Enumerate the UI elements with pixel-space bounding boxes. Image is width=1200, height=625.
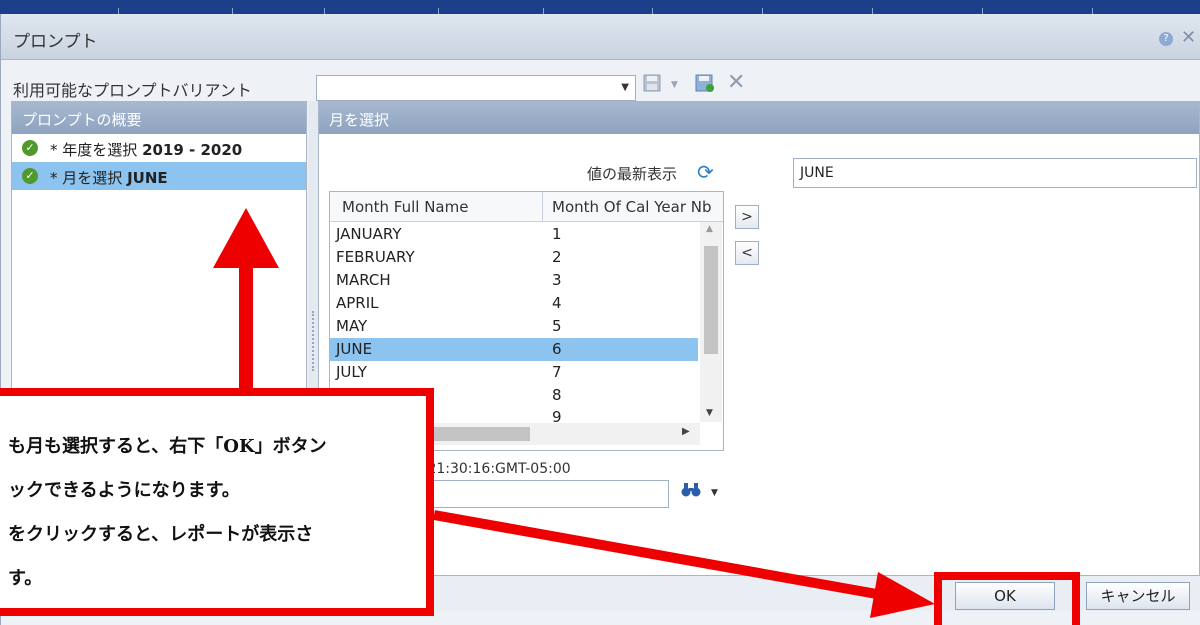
scroll-down-icon[interactable]: ▼ bbox=[706, 408, 713, 418]
add-selection-button[interactable]: > bbox=[735, 205, 759, 229]
month-panel-header: 月を選択 bbox=[319, 102, 1199, 134]
scroll-right-icon[interactable]: ▶ bbox=[682, 426, 690, 437]
summary-item-label: * 年度を選択 bbox=[50, 141, 138, 159]
close-icon[interactable]: ✕ bbox=[1181, 27, 1196, 48]
cell-num: 7 bbox=[552, 363, 562, 381]
save-dropdown-icon[interactable]: ▼ bbox=[671, 80, 678, 90]
refresh-label[interactable]: 値の最新表示 bbox=[587, 163, 677, 184]
table-row-selected[interactable]: JUNE 6 bbox=[330, 338, 698, 361]
search-options-dropdown-icon[interactable]: ▼ bbox=[711, 488, 718, 498]
callout-line: す。 bbox=[8, 568, 43, 589]
cell-name: APRIL bbox=[336, 294, 379, 312]
summary-header: プロンプトの概要 bbox=[12, 102, 306, 134]
callout-line: をクリックすると、レポートが表示さ bbox=[8, 524, 314, 545]
column-header[interactable]: Month Full Name bbox=[342, 198, 468, 216]
vertical-scrollbar[interactable]: ▲ ▼ bbox=[700, 222, 722, 422]
variant-label: 利用可能なプロンプトバリアント bbox=[13, 81, 252, 100]
prompt-summary-pane: プロンプトの概要 ✓ * 年度を選択 2019 - 2020 ✓ * 月を選択 … bbox=[11, 101, 307, 401]
dialog-titlebar: プロンプト ? ✕ bbox=[1, 14, 1200, 60]
column-header[interactable]: Month Of Cal Year Nb bbox=[552, 198, 722, 216]
instruction-callout: も月も選択すると、右下「OK」ボタン ックできるようになります。 をクリックする… bbox=[0, 388, 434, 616]
callout-line: も月も選択すると、右下「OK」ボタン bbox=[8, 436, 327, 457]
cell-num: 5 bbox=[552, 317, 562, 335]
summary-item-month[interactable]: ✓ * 月を選択 JUNE bbox=[12, 162, 306, 190]
selected-value[interactable]: JUNE bbox=[800, 165, 834, 181]
cell-num: 8 bbox=[552, 386, 562, 404]
background-window-strip bbox=[0, 0, 1200, 14]
binoculars-icon[interactable] bbox=[681, 482, 701, 503]
scroll-up-icon[interactable]: ▲ bbox=[706, 224, 713, 234]
cell-name: JULY bbox=[336, 363, 367, 381]
table-row[interactable]: FEBRUARY 2 bbox=[330, 246, 698, 269]
check-icon: ✓ bbox=[22, 168, 38, 184]
splitter-grip[interactable] bbox=[312, 311, 314, 371]
refresh-icon[interactable]: ⟳ bbox=[697, 160, 714, 184]
cell-name: JANUARY bbox=[336, 225, 402, 243]
table-row[interactable]: JANUARY 1 bbox=[330, 223, 698, 246]
cell-name: MARCH bbox=[336, 271, 391, 289]
save-icon[interactable] bbox=[643, 74, 661, 97]
column-divider[interactable] bbox=[542, 192, 543, 222]
cancel-button[interactable]: キャンセル bbox=[1086, 582, 1190, 610]
table-row[interactable]: MAY 5 bbox=[330, 315, 698, 338]
selected-values-list[interactable]: JUNE bbox=[793, 158, 1197, 188]
cell-num: 9 bbox=[552, 408, 562, 422]
grid-header: Month Full Name Month Of Cal Year Nb bbox=[330, 192, 723, 222]
cell-num: 4 bbox=[552, 294, 562, 312]
ok-button-highlight bbox=[934, 572, 1080, 625]
remove-selection-button[interactable]: < bbox=[735, 241, 759, 265]
delete-icon[interactable]: ✕ bbox=[727, 70, 745, 95]
scroll-thumb[interactable] bbox=[704, 246, 718, 354]
cell-name: MAY bbox=[336, 317, 368, 335]
cell-num: 3 bbox=[552, 271, 562, 289]
save-as-icon[interactable] bbox=[695, 74, 715, 97]
table-row[interactable]: MARCH 3 bbox=[330, 269, 698, 292]
month-select-pane: 月を選択 値の最新表示 ⟳ Month Full Name Month Of C… bbox=[318, 101, 1200, 576]
summary-item-label: * 月を選択 bbox=[50, 169, 123, 187]
cell-num: 2 bbox=[552, 248, 562, 266]
dialog-title: プロンプト bbox=[13, 32, 98, 52]
summary-item-value: 2019 - 2020 bbox=[142, 141, 243, 159]
check-icon: ✓ bbox=[22, 140, 38, 156]
cell-name: JUNE bbox=[336, 340, 373, 358]
chevron-down-icon[interactable]: ▼ bbox=[621, 82, 629, 93]
cell-name: FEBRUARY bbox=[336, 248, 415, 266]
table-row[interactable]: APRIL 4 bbox=[330, 292, 698, 315]
cell-num: 1 bbox=[552, 225, 562, 243]
summary-item-value: JUNE bbox=[127, 169, 168, 187]
summary-item-year[interactable]: ✓ * 年度を選択 2019 - 2020 bbox=[12, 134, 306, 162]
cell-num: 6 bbox=[552, 340, 562, 358]
variant-select[interactable]: ▼ bbox=[316, 75, 636, 101]
callout-line: ックできるようになります。 bbox=[8, 480, 240, 501]
help-icon[interactable]: ? bbox=[1159, 32, 1173, 46]
table-row[interactable]: JULY 7 bbox=[330, 361, 698, 384]
